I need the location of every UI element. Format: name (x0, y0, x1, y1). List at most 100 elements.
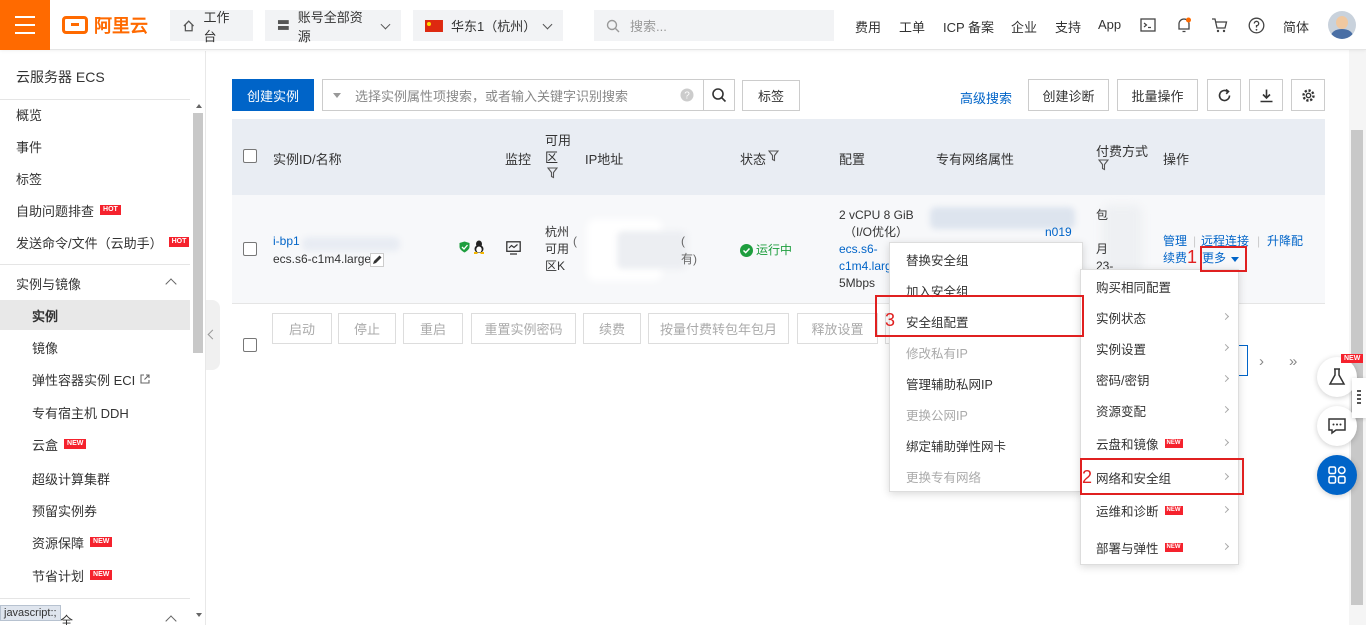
nav-support[interactable]: 支持 (1055, 17, 1081, 36)
convert-billing-button[interactable]: 按量付费转包年包月 (648, 313, 789, 344)
menu-item-label: 实例设置 (1096, 343, 1147, 357)
lab-float-button[interactable]: NEW (1317, 354, 1364, 397)
menu-item-password-key[interactable]: 密码/密钥 (1081, 364, 1238, 395)
menu-item-resource-change[interactable]: 资源变配 (1081, 395, 1238, 426)
cart-icon[interactable] (1209, 15, 1229, 35)
menu-icon[interactable] (0, 0, 50, 50)
sidebar-item-reserved[interactable]: 预留实例券 (0, 495, 190, 525)
advanced-search-link[interactable]: 高级搜索 (960, 88, 1012, 107)
renew-button[interactable]: 续费 (583, 313, 641, 344)
create-diagnosis-button[interactable]: 创建诊断 (1028, 79, 1109, 111)
sidebar-item-ddh[interactable]: 专有宿主机 DDH (0, 397, 190, 427)
more-dropdown[interactable]: 更多 (1202, 250, 1226, 267)
workbench-button[interactable]: 工作台 (170, 10, 253, 44)
sidebar-collapse-handle[interactable] (206, 300, 220, 370)
release-settings-button[interactable]: 释放设置 (797, 313, 878, 344)
refresh-button[interactable] (1207, 79, 1241, 111)
global-search-input[interactable]: 搜索... (594, 10, 834, 41)
region-select[interactable]: 华东1（杭州） (413, 10, 563, 41)
avatar[interactable] (1328, 11, 1356, 39)
menu-item-change-public-ip[interactable]: 更换公网IP (890, 399, 1082, 430)
search-button[interactable] (703, 79, 735, 111)
menu-item-network-security[interactable]: 网络和安全组 (1081, 462, 1238, 493)
menu-item-change-vpc[interactable]: 更换专有网络 (890, 461, 1082, 492)
start-button[interactable]: 启动 (272, 313, 332, 344)
menu-item-buy-same[interactable]: 购买相同配置 (1081, 271, 1238, 302)
nav-enterprise[interactable]: 企业 (1011, 17, 1037, 36)
menu-item-security-group-config[interactable]: 安全组配置 (890, 306, 1082, 337)
tag-button[interactable]: 标签 (742, 80, 800, 111)
help-icon[interactable] (1246, 15, 1266, 35)
sidebar-item-assurance[interactable]: 资源保障 NEW (0, 527, 190, 557)
sidebar-item-savings[interactable]: 节省计划 NEW (0, 560, 190, 590)
menu-item-instance-settings[interactable]: 实例设置 (1081, 333, 1238, 364)
menu-item-disk-image[interactable]: 云盘和镜像 NEW (1081, 428, 1238, 459)
instance-id-link[interactable]: i-bp1 (273, 233, 300, 250)
restart-button[interactable]: 重启 (403, 313, 463, 344)
sidebar-item-send-command[interactable]: 发送命令/文件（云助手） HOT (0, 227, 190, 257)
last-page-button[interactable]: » (1289, 353, 1297, 370)
menu-item-manage-secondary-ip[interactable]: 管理辅助私网IP (890, 368, 1082, 399)
monitor-icon[interactable] (506, 241, 521, 255)
menu-item-join-security-group[interactable]: 加入安全组 (890, 275, 1082, 306)
settings-button[interactable] (1291, 79, 1325, 111)
sidebar-item-troubleshoot[interactable]: 自助问题排查 HOT (0, 195, 190, 225)
menu-item-modify-private-ip[interactable]: 修改私有IP (890, 337, 1082, 368)
config-type-link[interactable]: ecs.s6- (839, 241, 878, 258)
upgrade-link[interactable]: 升降配 (1267, 233, 1303, 250)
language-switch[interactable]: 简体 (1283, 17, 1309, 36)
scroll-down-arrow[interactable] (196, 613, 202, 617)
sidebar-scrollbar[interactable] (193, 113, 203, 353)
scroll-up-arrow[interactable] (196, 104, 202, 108)
sidebar-item-label: 事件 (16, 139, 43, 155)
reset-password-button[interactable]: 重置实例密码 (471, 313, 576, 344)
terminal-icon[interactable] (1138, 15, 1158, 35)
feedback-float-button[interactable] (1317, 406, 1357, 446)
create-instance-button[interactable]: 创建实例 (232, 79, 314, 111)
config-type-link[interactable]: c1m4.larg (839, 258, 892, 275)
sidebar-item-hpc[interactable]: 超级计算集群 (0, 463, 190, 493)
sidebar-group-instances-images[interactable]: 实例与镜像 (0, 268, 190, 298)
next-page-button[interactable]: › (1259, 353, 1264, 370)
aliyun-logo[interactable]: 阿里云 (62, 13, 148, 37)
apps-float-button[interactable] (1317, 455, 1357, 495)
renew-link[interactable]: 续费 (1163, 250, 1187, 267)
nav-app[interactable]: App (1098, 17, 1121, 32)
menu-item-deploy-elastic[interactable]: 部署与弹性 NEW (1081, 532, 1238, 563)
select-all-checkbox-bottom[interactable] (243, 338, 257, 352)
instance-filter-input[interactable]: 选择实例属性项搜索，或者输入关键字识别搜索 ? (322, 79, 704, 111)
menu-item-instance-status[interactable]: 实例状态 (1081, 302, 1238, 333)
nav-billing[interactable]: 费用 (855, 17, 881, 36)
col-vpc: 专有网络属性 (936, 152, 1015, 167)
stop-button[interactable]: 停止 (338, 313, 396, 344)
sidebar-item-eci[interactable]: 弹性容器实例 ECI (0, 364, 190, 394)
drag-handle[interactable] (1352, 378, 1366, 418)
bell-icon[interactable] (1174, 15, 1194, 35)
new-badge: NEW (1164, 439, 1183, 448)
download-button[interactable] (1249, 79, 1283, 111)
resource-group-select[interactable]: 账号全部资源 (265, 10, 401, 44)
edit-icon[interactable] (370, 253, 384, 267)
menu-item-bind-eni[interactable]: 绑定辅助弹性网卡 (890, 430, 1082, 461)
batch-operation-button[interactable]: 批量操作 (1117, 79, 1198, 111)
sidebar-item-tags[interactable]: 标签 (0, 163, 190, 193)
menu-item-replace-security-group[interactable]: 替换安全组 (890, 244, 1082, 275)
vpc-link[interactable]: n019 (1045, 224, 1072, 241)
filter-icon[interactable] (1098, 159, 1109, 171)
row-checkbox[interactable] (243, 242, 257, 256)
help-icon[interactable]: ? (680, 88, 694, 102)
menu-item-ops-diagnosis[interactable]: 运维和诊断 NEW (1081, 495, 1238, 526)
remote-connect-link[interactable]: 远程连接 (1201, 233, 1249, 250)
filter-icon[interactable] (768, 150, 779, 162)
select-all-checkbox[interactable] (243, 149, 257, 163)
nav-ticket[interactable]: 工单 (899, 17, 925, 36)
sidebar-item-overview[interactable]: 概览 (0, 99, 190, 129)
billing-type: 包 (1096, 208, 1109, 222)
sidebar-item-events[interactable]: 事件 (0, 131, 190, 161)
filter-icon[interactable] (547, 167, 558, 179)
sidebar-item-instances[interactable]: 实例 (0, 300, 190, 330)
nav-icp[interactable]: ICP 备案 (943, 17, 994, 36)
sidebar-item-cloudbox[interactable]: 云盒 NEW (0, 429, 190, 459)
sidebar-item-images[interactable]: 镜像 (0, 332, 190, 362)
manage-link[interactable]: 管理 (1163, 233, 1187, 250)
